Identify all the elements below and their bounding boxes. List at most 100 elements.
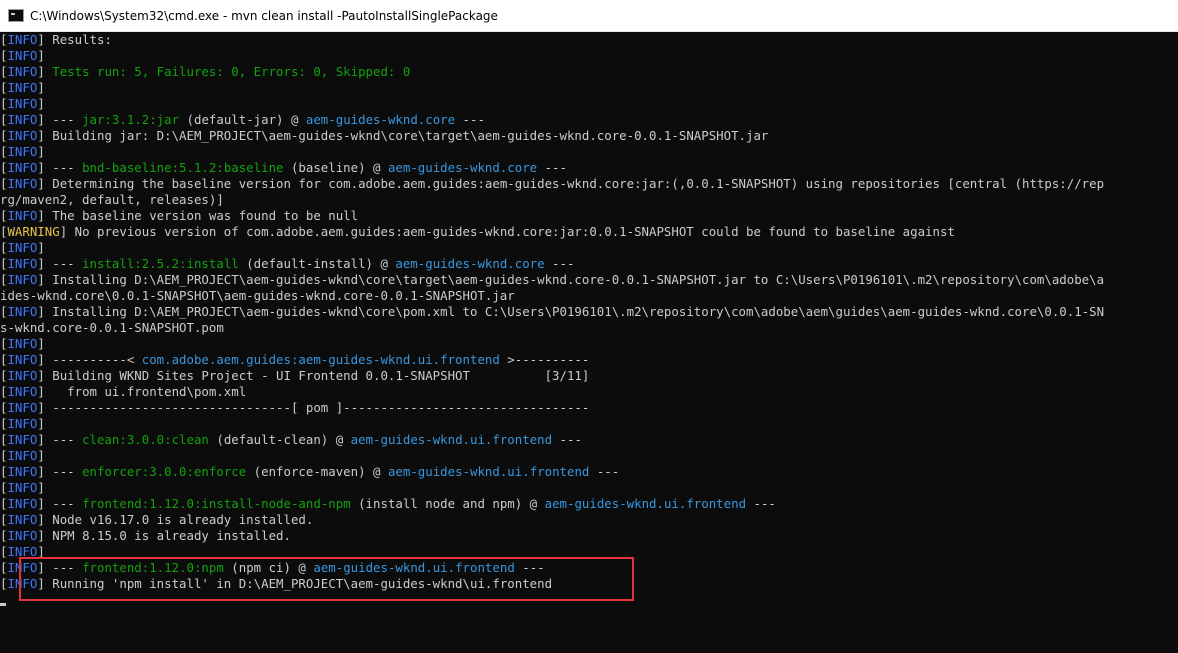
console-line: [INFO] Node v16.17.0 is already installe… <box>0 512 1178 528</box>
console-text-segment: ides-wknd.core\0.0.1-SNAPSHOT\aem-guides… <box>0 288 515 303</box>
console-text-segment: ] NPM 8.15.0 is already installed. <box>37 528 291 543</box>
console-line: [INFO] <box>0 480 1178 496</box>
console-text-segment: INFO <box>7 336 38 351</box>
console-text-segment: ] <box>37 96 45 111</box>
console-text-segment: --- <box>455 112 485 127</box>
console-text-segment: ] <box>37 64 53 79</box>
console-text-segment: ] --- <box>37 464 83 479</box>
console-line: [INFO] <box>0 240 1178 256</box>
console-line: [INFO] <box>0 48 1178 64</box>
console-text-segment: ] Installing D:\AEM_PROJECT\aem-guides-w… <box>37 272 1105 287</box>
console-line: [INFO] Determining the baseline version … <box>0 176 1178 192</box>
console-text-segment: jar:3.1.2:jar <box>82 112 180 127</box>
console-text-segment: ] <box>37 544 45 559</box>
console-line: [INFO] <box>0 80 1178 96</box>
console-text-segment: frontend:1.12.0:install-node-and-npm <box>82 496 351 511</box>
console-text-segment: ] --------------------------------[ pom … <box>37 400 590 415</box>
console-text-segment: --- <box>746 496 776 511</box>
console-text-segment: ] <box>37 48 45 63</box>
console-line: [INFO] --- frontend:1.12.0:install-node-… <box>0 496 1178 512</box>
console-text-segment: ] --- <box>37 496 83 511</box>
console-line: [INFO] Results: <box>0 32 1178 48</box>
console-text-segment: INFO <box>7 96 38 111</box>
console-line: [INFO] <box>0 544 1178 560</box>
console-text-segment: (install node and npm) @ <box>350 496 545 511</box>
console-line: ides-wknd.core\0.0.1-SNAPSHOT\aem-guides… <box>0 288 1178 304</box>
console-text-segment: aem-guides-wknd.ui.frontend <box>387 464 590 479</box>
console-text-segment: INFO <box>7 512 38 527</box>
console-text-segment: INFO <box>7 160 38 175</box>
console-text-segment: INFO <box>7 528 38 543</box>
console-text-segment: INFO <box>7 464 38 479</box>
console-text-segment: aem-guides-wknd.core <box>395 256 545 271</box>
console-text-segment: aem-guides-wknd.ui.frontend <box>313 560 515 575</box>
console-line: [WARNING] No previous version of com.ado… <box>0 224 1178 240</box>
console-text-segment: --- <box>544 256 575 271</box>
console-text-segment: ] <box>37 480 45 495</box>
console-text-segment: INFO <box>7 208 38 223</box>
console-text-segment: (default-install) @ <box>238 256 396 271</box>
text-cursor <box>0 603 6 606</box>
console-line: [INFO] The baseline version was found to… <box>0 208 1178 224</box>
console-line: [INFO] <box>0 144 1178 160</box>
console-line: [INFO] --- clean:3.0.0:clean (default-cl… <box>0 432 1178 448</box>
window-title-bar[interactable]: C:\Windows\System32\cmd.exe - mvn clean … <box>0 0 1178 32</box>
console-text-segment: ] Installing D:\AEM_PROJECT\aem-guides-w… <box>37 304 1105 319</box>
console-text-segment: ] <box>37 240 45 255</box>
console-text-segment: enforcer:3.0.0:enforce <box>82 464 247 479</box>
console-text-segment: INFO <box>7 496 38 511</box>
console-text-segment: ] <box>37 80 45 95</box>
console-text-segment: INFO <box>7 416 38 431</box>
console-text-segment: INFO <box>7 544 38 559</box>
console-line: [INFO] Building WKND Sites Project - UI … <box>0 368 1178 384</box>
console-text-segment: INFO <box>7 64 38 79</box>
console-text-segment: INFO <box>7 48 38 63</box>
console-text-segment: INFO <box>7 576 38 591</box>
console-line: [INFO] Installing D:\AEM_PROJECT\aem-gui… <box>0 272 1178 288</box>
console-text-segment: INFO <box>7 400 38 415</box>
console-text-segment: INFO <box>7 144 38 159</box>
console-text-segment: ] Building jar: D:\AEM_PROJECT\aem-guide… <box>37 128 769 143</box>
console-text-segment: aem-guides-wknd.ui.frontend <box>350 432 553 447</box>
console-text-segment: INFO <box>7 80 38 95</box>
console-output[interactable]: [INFO] Results: [INFO] [INFO] Tests run: 5… <box>0 32 1178 653</box>
console-text-segment: ] --- <box>37 432 83 447</box>
console-line: [INFO] --------------------------------[… <box>0 400 1178 416</box>
console-text-segment: s-wknd.core-0.0.1-SNAPSHOT.pom <box>0 320 224 335</box>
console-text-segment: INFO <box>7 32 38 47</box>
console-text-segment: WARNING <box>7 224 60 239</box>
console-text-segment: rg/maven2, default, releases)] <box>0 192 224 207</box>
console-text-segment: ] from ui.frontend\pom.xml <box>37 384 247 399</box>
console-text-segment: ] <box>37 144 45 159</box>
console-text-segment: install:2.5.2:install <box>82 256 239 271</box>
console-text-segment: INFO <box>7 384 38 399</box>
console-text-segment: Tests run: 5, Failures: 0, Errors: 0, Sk… <box>52 64 411 79</box>
window-title: C:\Windows\System32\cmd.exe - mvn clean … <box>30 8 498 23</box>
console-text-segment: INFO <box>7 128 38 143</box>
console-text-segment: ] No previous version of com.adobe.aem.g… <box>59 224 955 239</box>
console-text-segment: INFO <box>7 368 38 383</box>
console-text-segment: ] Node v16.17.0 is already installed. <box>37 512 314 527</box>
console-line: [INFO] --- install:2.5.2:install (defaul… <box>0 256 1178 272</box>
console-text-segment: ] <box>37 336 45 351</box>
console-line: [INFO] Building jar: D:\AEM_PROJECT\aem-… <box>0 128 1178 144</box>
console-text-segment: INFO <box>7 256 38 271</box>
console-text-segment: ] --- <box>37 256 83 271</box>
console-text-segment: aem-guides-wknd.core <box>387 160 538 175</box>
console-text-segment: ] ----------< <box>37 352 142 367</box>
console-text-segment: (baseline) @ <box>283 160 388 175</box>
console-text-segment: (default-jar) @ <box>179 112 306 127</box>
console-text-segment: ] The baseline version was found to be n… <box>37 208 359 223</box>
console-text-segment: >---------- <box>499 352 590 367</box>
console-text-segment: INFO <box>7 304 38 319</box>
console-text-segment: INFO <box>7 240 38 255</box>
console-text-segment: ] <box>37 448 45 463</box>
console-text-segment: clean:3.0.0:clean <box>82 432 209 447</box>
console-line: [INFO] --- bnd-baseline:5.1.2:baseline (… <box>0 160 1178 176</box>
console-text-segment: ] --- <box>37 560 83 575</box>
console-text-segment: INFO <box>7 432 38 447</box>
console-line: [INFO] from ui.frontend\pom.xml <box>0 384 1178 400</box>
console-line: s-wknd.core-0.0.1-SNAPSHOT.pom <box>0 320 1178 336</box>
console-text-segment: bnd-baseline:5.1.2:baseline <box>82 160 284 175</box>
console-text-segment: INFO <box>7 352 38 367</box>
